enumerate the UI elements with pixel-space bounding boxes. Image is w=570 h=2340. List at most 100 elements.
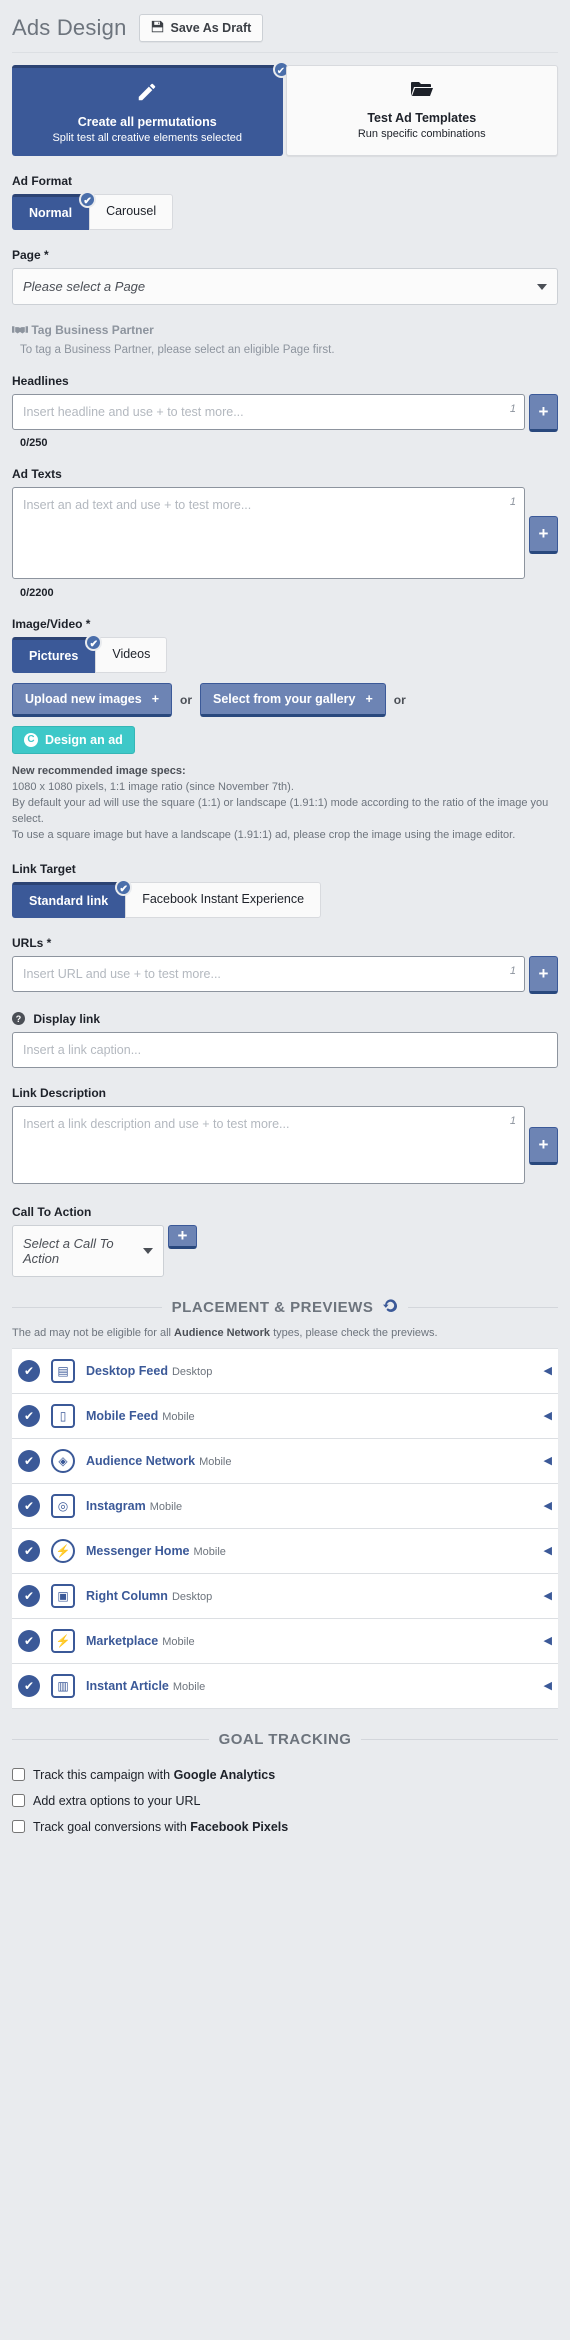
add-call-to-action-button[interactable]: + — [168, 1224, 197, 1249]
add-ad-text-button[interactable]: + — [529, 515, 558, 554]
url-options-checkbox[interactable] — [12, 1794, 25, 1808]
placement-check-icon[interactable]: ✔ — [18, 1674, 40, 1697]
placement-row-mobile-feed[interactable]: ✔ ▯ Mobile Feed Mobile ◀ — [12, 1393, 558, 1439]
call-to-action-section: Call To Action Select a Call To Action + — [0, 1205, 570, 1277]
save-as-draft-button[interactable]: Save As Draft — [138, 14, 264, 42]
image-video-option-pictures[interactable]: Pictures ✔ — [12, 634, 103, 673]
mode-create-all-permutations[interactable]: ✔ Create all permutations Split test all… — [12, 61, 290, 156]
google-analytics-label[interactable]: Track this campaign with Google Analytic… — [33, 1768, 275, 1782]
placement-check-icon[interactable]: ✔ — [18, 1584, 40, 1607]
add-url-button[interactable]: + — [529, 955, 558, 994]
display-link-text: Display link — [33, 1011, 101, 1026]
placement-check-icon[interactable]: ✔ — [18, 1629, 40, 1652]
refresh-icon[interactable] — [383, 1299, 398, 1317]
placement-row-messenger-home[interactable]: ✔ ⚡ Messenger Home Mobile ◀ — [12, 1528, 558, 1574]
audience-network-icon: ◈ — [51, 1448, 75, 1473]
call-to-action-row: Select a Call To Action + — [12, 1224, 558, 1277]
facebook-pixels-checkbox[interactable] — [12, 1820, 25, 1834]
chevron-left-icon[interactable]: ◀ — [544, 1364, 552, 1377]
urls-label: URLs * — [12, 935, 52, 950]
placement-check-icon[interactable]: ✔ — [18, 1404, 40, 1427]
business-partner-hint: To tag a Business Partner, please select… — [20, 344, 335, 356]
note-suffix: types, please check the previews. — [270, 1326, 438, 1339]
link-description-row: 1 + — [12, 1105, 558, 1187]
placement-row-marketplace[interactable]: ✔ ⚡ Marketplace Mobile ◀ — [12, 1618, 558, 1664]
placement-device: Desktop — [171, 1590, 213, 1603]
goal-tracking-list: Track this campaign with Google Analytic… — [12, 1762, 558, 1840]
call-to-action-select[interactable]: Select a Call To Action — [12, 1224, 164, 1277]
chevron-left-icon[interactable]: ◀ — [544, 1634, 552, 1647]
marketplace-icon: ⚡ — [51, 1628, 75, 1653]
call-to-action-label: Call To Action — [12, 1204, 92, 1219]
plus-icon: + — [365, 692, 373, 706]
handshake-icon — [12, 323, 31, 337]
placement-device: Mobile — [162, 1635, 195, 1648]
chevron-left-icon[interactable]: ◀ — [544, 1499, 552, 1512]
image-video-option-videos[interactable]: Videos — [95, 637, 168, 673]
check-icon: ✔ — [115, 878, 133, 896]
upload-new-images-button[interactable]: Upload new images + — [12, 683, 173, 717]
link-description-field-wrap: 1 — [12, 1105, 525, 1187]
placement-check-icon[interactable]: ✔ — [18, 1449, 40, 1472]
display-link-field-wrap — [12, 1031, 558, 1068]
check-icon: ✔ — [79, 191, 97, 208]
placement-row-audience-network[interactable]: ✔ ◈ Audience Network Mobile ◀ — [12, 1438, 558, 1484]
ad-text-field-wrap: 1 — [12, 487, 525, 582]
ad-format-label: Ad Format — [12, 174, 72, 188]
link-description-input[interactable] — [12, 1105, 525, 1184]
placement-label: Messenger Home Mobile — [86, 1544, 226, 1558]
link-description-index: 1 — [509, 1114, 516, 1127]
floppy-disk-icon — [151, 20, 164, 36]
url-options-label[interactable]: Add extra options to your URL — [33, 1794, 200, 1808]
or-separator: or — [180, 693, 193, 707]
headline-counter: 0/250 — [20, 437, 48, 449]
design-an-ad-button[interactable]: C Design an ad — [12, 726, 135, 754]
ad-format-option-carousel[interactable]: Carousel — [89, 194, 174, 230]
google-analytics-checkbox[interactable] — [12, 1768, 25, 1782]
page-select[interactable]: Please select a Page — [12, 268, 558, 305]
headline-input[interactable] — [12, 394, 525, 430]
goal-tracking-row-google-analytics: Track this campaign with Google Analytic… — [12, 1762, 558, 1788]
placement-row-right-column[interactable]: ✔ ▣ Right Column Desktop ◀ — [12, 1573, 558, 1619]
placement-row-instant-article[interactable]: ✔ ▥ Instant Article Mobile ◀ — [12, 1663, 558, 1709]
facebook-pixels-label[interactable]: Track goal conversions with Facebook Pix… — [33, 1820, 288, 1834]
url-index: 1 — [509, 964, 516, 977]
placement-check-icon[interactable]: ✔ — [18, 1359, 40, 1382]
chevron-left-icon[interactable]: ◀ — [544, 1544, 552, 1557]
label-prefix: Track this campaign with — [33, 1767, 174, 1782]
link-target-option-label: Standard link — [29, 893, 109, 908]
add-headline-button[interactable]: + — [529, 394, 558, 432]
add-link-description-button[interactable]: + — [529, 1127, 558, 1166]
page-title: Ads Design — [12, 15, 127, 40]
ad-format-option-normal[interactable]: Normal ✔ — [12, 191, 97, 230]
upload-label: Upload new images — [25, 692, 142, 706]
placement-label: Mobile Feed Mobile — [86, 1409, 195, 1423]
mode-test-ad-templates[interactable]: Test Ad Templates Run specific combinati… — [285, 65, 558, 156]
display-link-input[interactable] — [12, 1031, 558, 1068]
url-input[interactable] — [12, 955, 525, 992]
link-target-option-instant-experience[interactable]: Facebook Instant Experience — [125, 881, 322, 918]
desktop-feed-icon: ▤ — [51, 1358, 75, 1383]
placements-list: ✔ ▤ Desktop Feed Desktop ◀ ✔ ▯ Mobile Fee… — [12, 1347, 558, 1709]
call-to-action-select-wrap: Select a Call To Action — [12, 1224, 164, 1277]
chevron-left-icon[interactable]: ◀ — [544, 1409, 552, 1422]
mode-selector: ✔ Create all permutations Split test all… — [0, 53, 570, 156]
question-circle-icon[interactable]: ? — [12, 1011, 28, 1026]
placement-device: Desktop — [171, 1365, 213, 1378]
placement-row-instagram[interactable]: ✔ ◎ Instagram Mobile ◀ — [12, 1483, 558, 1529]
link-target-option-standard[interactable]: Standard link ✔ — [12, 878, 133, 918]
placement-label: Instant Article Mobile — [86, 1679, 205, 1693]
select-from-gallery-button[interactable]: Select from your gallery + — [200, 683, 386, 717]
placement-device: Mobile — [162, 1410, 195, 1423]
placement-check-icon[interactable]: ✔ — [18, 1539, 40, 1562]
chevron-left-icon[interactable]: ◀ — [544, 1589, 552, 1602]
ad-text-input[interactable] — [12, 487, 525, 579]
placement-row-desktop-feed[interactable]: ✔ ▤ Desktop Feed Desktop ◀ — [12, 1348, 558, 1394]
chevron-left-icon[interactable]: ◀ — [544, 1454, 552, 1467]
placement-device: Mobile — [193, 1545, 226, 1558]
chevron-left-icon[interactable]: ◀ — [544, 1679, 552, 1692]
url-field-wrap: 1 — [12, 955, 525, 994]
mode-subtitle: Split test all creative elements selecte… — [52, 132, 243, 144]
placement-check-icon[interactable]: ✔ — [18, 1494, 40, 1517]
divider-line-right — [408, 1307, 558, 1309]
